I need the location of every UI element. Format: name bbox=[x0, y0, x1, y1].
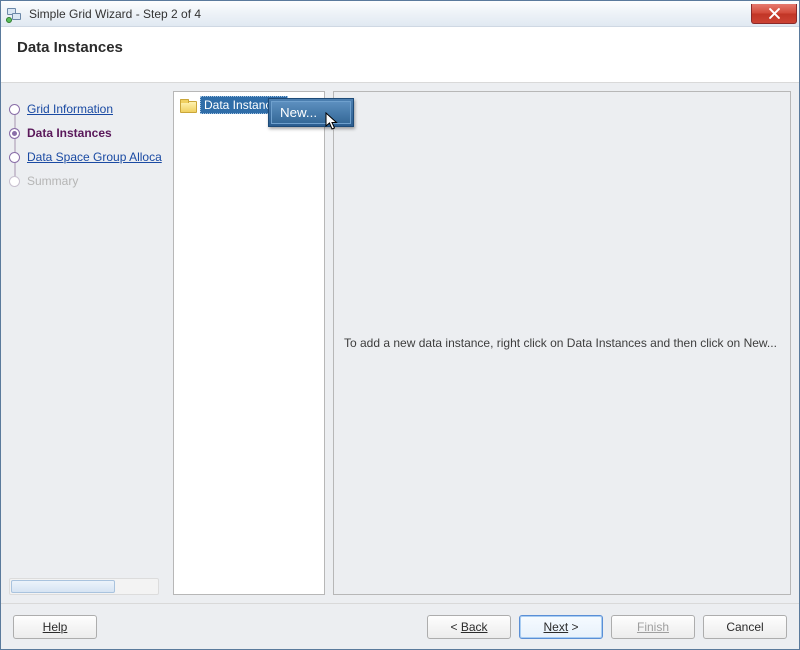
step-label: Data Space Group Alloca bbox=[27, 150, 162, 164]
content-pane: To add a new data instance, right click … bbox=[333, 91, 791, 595]
step-data-instances[interactable]: Data Instances bbox=[9, 121, 165, 145]
context-menu-new[interactable]: New... bbox=[271, 101, 351, 124]
finish-button: Finish bbox=[611, 615, 695, 639]
close-button[interactable] bbox=[751, 4, 797, 24]
scrollbar-thumb[interactable] bbox=[11, 580, 115, 593]
step-bullet-icon bbox=[9, 128, 20, 139]
next-button[interactable]: Next > bbox=[519, 615, 603, 639]
body: Grid Information Data Instances Data Spa… bbox=[1, 83, 799, 603]
page-title: Data Instances bbox=[17, 39, 783, 56]
sidebar-horizontal-scrollbar[interactable] bbox=[9, 578, 159, 595]
tree-pane[interactable]: Data Instances New... bbox=[173, 91, 325, 595]
step-label: Summary bbox=[27, 174, 78, 188]
step-bullet-icon bbox=[9, 104, 20, 115]
back-button[interactable]: < Back bbox=[427, 615, 511, 639]
window-title: Simple Grid Wizard - Step 2 of 4 bbox=[29, 7, 201, 21]
step-connector bbox=[14, 105, 16, 187]
step-summary: Summary bbox=[9, 169, 165, 193]
context-menu: New... bbox=[268, 98, 354, 127]
titlebar: Simple Grid Wizard - Step 2 of 4 bbox=[1, 1, 799, 27]
footer: Help < Back Next > Finish Cancel bbox=[1, 603, 799, 649]
step-label: Data Instances bbox=[27, 126, 112, 140]
help-button[interactable]: Help bbox=[13, 615, 97, 639]
wizard-window: Simple Grid Wizard - Step 2 of 4 Data In… bbox=[0, 0, 800, 650]
folder-icon bbox=[180, 99, 196, 112]
header: Data Instances bbox=[1, 27, 799, 83]
cancel-button[interactable]: Cancel bbox=[703, 615, 787, 639]
wizard-steps-sidebar: Grid Information Data Instances Data Spa… bbox=[1, 83, 165, 603]
step-bullet-icon bbox=[9, 176, 20, 187]
step-data-space-group[interactable]: Data Space Group Alloca bbox=[9, 145, 165, 169]
step-bullet-icon bbox=[9, 152, 20, 163]
step-grid-information[interactable]: Grid Information bbox=[9, 97, 165, 121]
hint-text: To add a new data instance, right click … bbox=[344, 336, 777, 350]
step-label: Grid Information bbox=[27, 102, 113, 116]
close-icon bbox=[769, 8, 780, 19]
app-icon bbox=[7, 6, 23, 22]
